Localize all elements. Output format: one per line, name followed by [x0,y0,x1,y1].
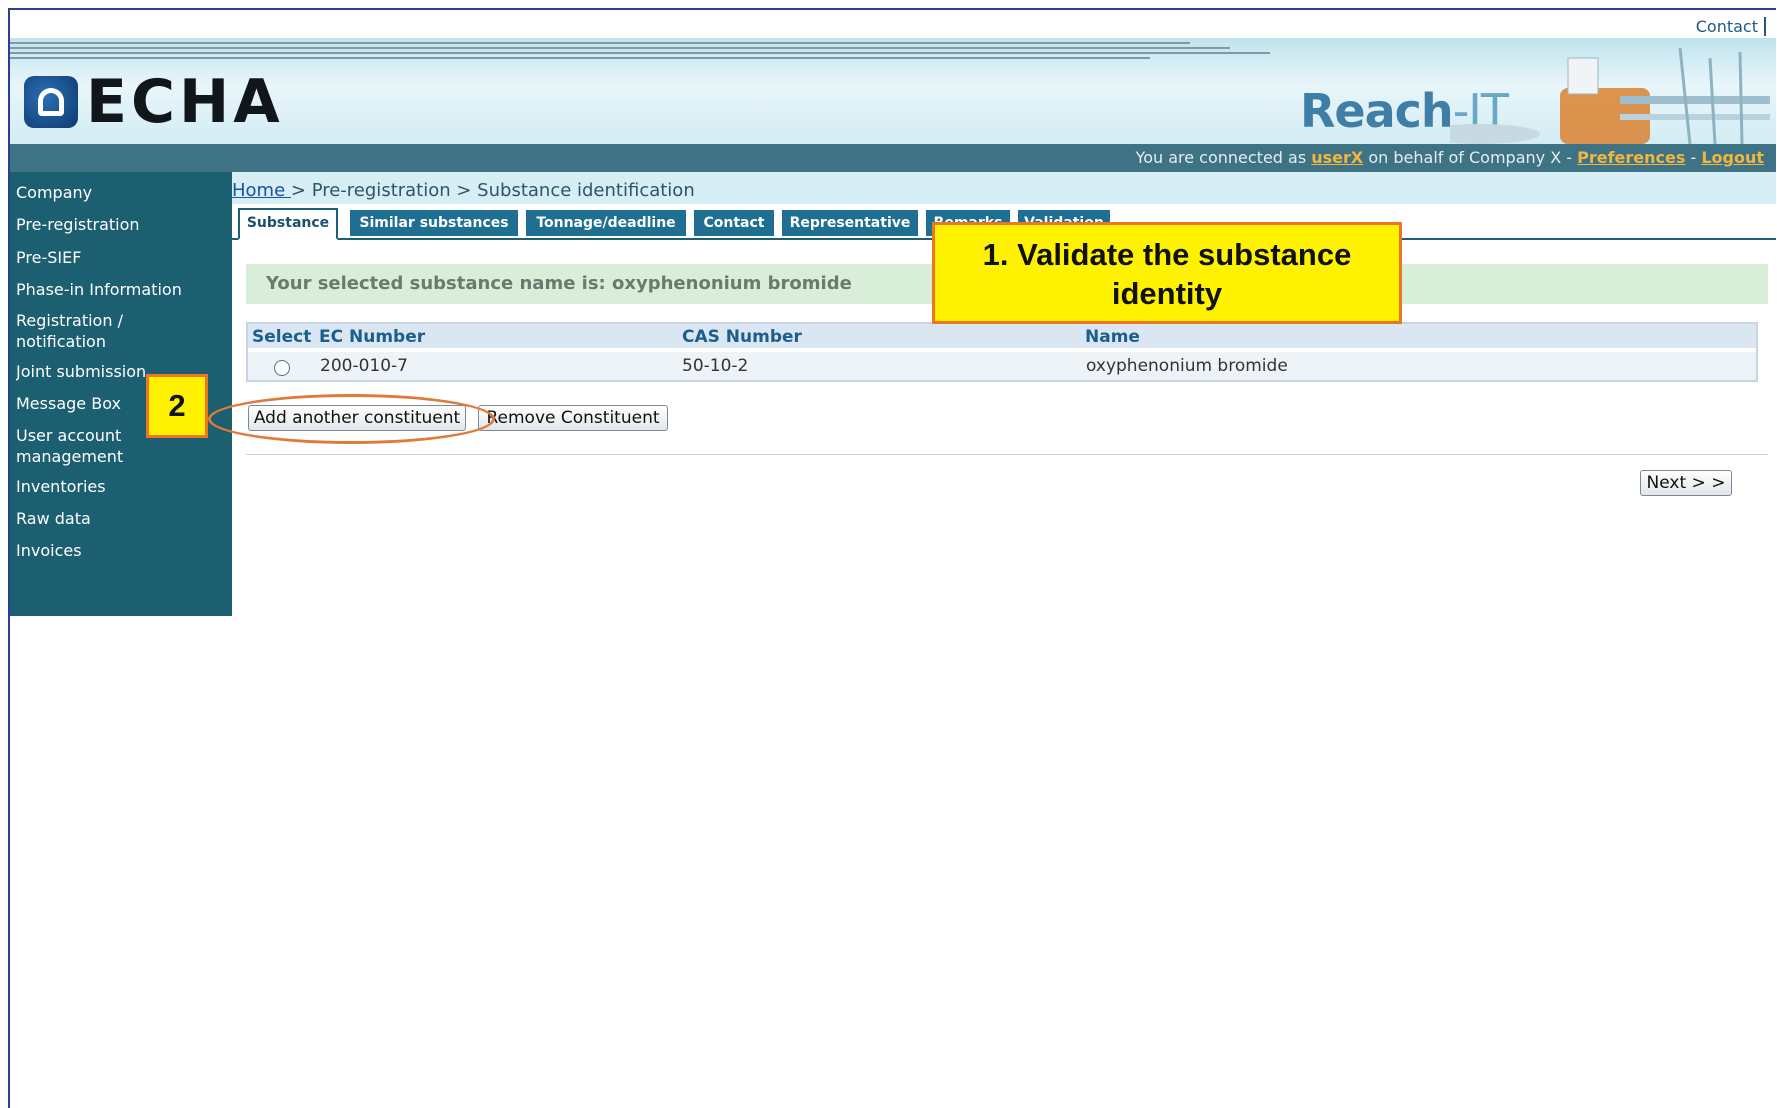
sidebar-item-phase-in-information[interactable]: Phase-in Information [16,279,182,300]
on-behalf-text: on behalf of Company X - [1363,148,1578,167]
tab-similar-substances[interactable]: Similar substances [350,210,518,236]
contact-link[interactable]: Contact [1696,17,1766,36]
select-radio[interactable] [274,360,290,376]
cell-name: oxyphenonium bromide [1086,356,1288,376]
tab-contact[interactable]: Contact [694,210,774,236]
sidebar-item-raw-data[interactable]: Raw data [16,508,91,529]
echa-logo-icon [24,76,78,128]
preferences-link[interactable]: Preferences [1577,148,1685,167]
top-utility-bar: Contact [10,10,1776,38]
table-header: Select EC Number CAS Number Name [248,324,1756,348]
banner-stripe [10,42,1190,44]
column-header-name: Name [1085,327,1140,347]
echa-logo[interactable]: ECHA [24,72,284,132]
column-header-select: Select [252,327,312,347]
callout-line-2: identity [1111,276,1223,311]
remove-constituent-button[interactable]: Remove Constituent [478,405,668,431]
logout-link[interactable]: Logout [1701,148,1764,167]
notice-text: Your selected substance name is: oxyphen… [266,273,852,294]
banner-stripe [10,47,1230,49]
breadcrumb: Home > Pre-registration > Substance iden… [232,172,1776,204]
cell-cas-number: 50-10-2 [682,356,749,376]
breadcrumb-trail: > Pre-registration > Substance identific… [290,180,695,201]
next-button[interactable]: Next > > [1640,470,1732,496]
separator-text: - [1685,148,1702,167]
connection-status-bar: You are connected as userX on behalf of … [10,144,1776,172]
sidebar-item-inventories[interactable]: Inventories [16,476,106,497]
breadcrumb-home-link[interactable]: Home [232,180,291,201]
banner-stripe [10,52,1270,54]
banner-stripe [10,57,1150,59]
connected-as-text: You are connected as [1135,148,1312,167]
header-banner: ECHA Reach-IT [10,38,1776,144]
divider [246,454,1768,455]
user-link[interactable]: userX [1311,148,1363,167]
sidebar-item-message-box[interactable]: Message Box [16,393,121,414]
sidebar-item-pre-registration[interactable]: Pre-registration [16,214,140,235]
callout-validate-substance: 1. Validate the substance identity [932,222,1402,324]
sidebar-item-company[interactable]: Company [16,182,92,203]
sidebar-item-user-account-management[interactable]: User account management [16,425,136,467]
logo-text: ECHA [86,67,284,137]
tab-representative[interactable]: Representative [782,210,918,236]
sidebar-item-joint-submission[interactable]: Joint submission [16,361,146,382]
laboratory-flask-icon [1450,47,1770,144]
column-header-ec-number: EC Number [319,327,426,347]
constituents-table: Select EC Number CAS Number Name 200-010… [246,322,1758,382]
callout-line-1: 1. Validate the substance [982,237,1352,272]
tab-substance[interactable]: Substance [238,208,338,240]
highlight-ellipse [208,394,495,444]
column-header-cas-number: CAS Number [682,327,802,347]
sidebar-item-registration[interactable]: Registration / notification [16,310,136,352]
callout-step-2: 2 [146,374,208,438]
tab-tonnage-deadline[interactable]: Tonnage/deadline [526,210,686,236]
product-name-main: Reach [1300,84,1454,138]
table-row: 200-010-7 50-10-2 oxyphenonium bromide [248,352,1756,380]
sidebar-item-pre-sief[interactable]: Pre-SIEF [16,247,81,268]
sidebar-item-invoices[interactable]: Invoices [16,540,82,561]
cell-ec-number: 200-010-7 [320,356,408,376]
